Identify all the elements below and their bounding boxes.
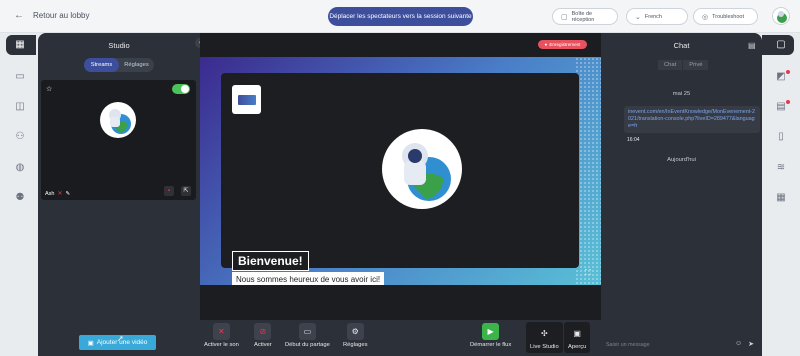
emoji-icon[interactable]: ☺ — [735, 340, 742, 348]
tools-icon: ✣ — [540, 329, 548, 338]
settings-label: Réglages — [343, 342, 368, 348]
studio-title: Studio — [108, 41, 130, 50]
start-stream-control[interactable]: ▶ Démarrer le flux — [470, 323, 511, 348]
chat-bubble-icon: ▢ — [561, 13, 568, 21]
fullscreen-icon[interactable]: ⛶ — [585, 268, 591, 278]
notification-dot — [786, 100, 790, 104]
stream-name-row: Ash ✕ ✎ — [45, 190, 71, 198]
unmute-label: Activer le son — [204, 342, 239, 348]
settings-control[interactable]: ⚙ Réglages — [343, 323, 368, 348]
preview-icon: ▣ — [573, 329, 581, 338]
back-label: Retour au lobby — [33, 11, 90, 20]
laptop-icon[interactable]: ▭ — [13, 71, 27, 83]
live-studio-control[interactable]: ✣ Live Studio — [526, 322, 563, 353]
tab-settings[interactable]: Réglages — [119, 58, 154, 72]
camera-control[interactable]: ⊘ Activer — [254, 323, 272, 348]
document-icon[interactable]: ▤ — [748, 41, 756, 50]
layers-icon[interactable]: ≋ — [774, 162, 788, 174]
mic-off-icon: ✕ — [212, 323, 230, 340]
pencil-icon[interactable]: ✎ — [66, 191, 71, 197]
camera-off-icon: ⊘ — [254, 323, 272, 340]
control-bar: ✕ Activer le son ⊘ Activer ▭ Début du pa… — [200, 320, 601, 356]
speaker-avatar — [382, 129, 462, 209]
people-icon[interactable]: ⚇ — [13, 131, 27, 143]
welcome-title: Bienvenue! — [232, 251, 309, 271]
move-viewers-button[interactable]: Déplacer les spectateurs vers la session… — [328, 7, 473, 26]
unmute-control[interactable]: ✕ Activer le son — [204, 323, 239, 348]
mouse-cursor-icon: ➚ — [117, 334, 124, 343]
troubleshoot-label: Troubleshoot — [712, 13, 745, 20]
language-select[interactable]: ⌄ French — [626, 8, 688, 25]
share-control[interactable]: ▭ Début du partage — [285, 323, 330, 348]
broadcast-canvas: Bienvenue! Nous sommes heureux de vous a… — [200, 57, 601, 285]
presenter-icon[interactable]: ◫ — [13, 101, 27, 113]
monitor-icon: ▭ — [298, 323, 316, 340]
camera-label: Activer — [254, 342, 272, 348]
stream-avatar — [100, 102, 136, 138]
record-icon: ● — [544, 42, 548, 47]
chevron-down-icon: ⌄ — [635, 13, 641, 21]
mic-off-icon: ✕ — [57, 191, 63, 197]
top-bar: ← Retour au lobby Déplacer les spectateu… — [0, 0, 800, 33]
chat-icon[interactable]: ▢ — [774, 39, 788, 51]
today-separator: Aujourd'hui — [667, 157, 696, 163]
right-rail: ▢ ◩ ▤ ▯ ≋ ▦ — [762, 33, 800, 356]
external-link-icon[interactable]: ⇱ — [181, 186, 191, 196]
language-label: French — [644, 13, 662, 20]
live-studio-label: Live Studio — [530, 344, 559, 350]
troubleshoot-button[interactable]: ◎ Troubleshoot — [693, 8, 758, 25]
play-icon: ▶ — [482, 323, 500, 340]
tab-chat[interactable]: Chat — [658, 60, 683, 70]
chat-input-actions: ☺ ➤ — [735, 340, 754, 348]
date-separator: mai 25 — [672, 91, 691, 97]
start-stream-label: Démarrer le flux — [470, 342, 512, 348]
user-settings-icon: ⚙ — [346, 323, 364, 340]
inbox-label: Boîte de réception — [571, 10, 595, 23]
support-icon: ◎ — [702, 13, 709, 21]
globe-icon[interactable]: ◍ — [13, 162, 27, 174]
group-icon[interactable]: ⚉ — [13, 192, 27, 204]
film-icon[interactable]: ▦ — [13, 39, 27, 51]
recording-label: Enregistrement — [549, 42, 581, 47]
stream-card[interactable]: ☆ Ash ✕ ✎ ▪ ⇱ — [41, 80, 196, 200]
back-to-lobby-link[interactable]: ← Retour au lobby — [14, 10, 89, 21]
inbox-button[interactable]: ▢ Boîte de réception — [552, 8, 618, 25]
document-icon[interactable]: ▯ — [774, 131, 788, 143]
grid-icon[interactable]: ▦ — [774, 192, 788, 204]
notification-dot — [786, 70, 790, 74]
tab-private[interactable]: Privé — [683, 60, 709, 70]
stream-name: Ash — [45, 190, 55, 197]
chat-title: Chat — [673, 41, 690, 50]
tab-streams[interactable]: Streams — [84, 58, 119, 72]
studio-tabs: Streams Réglages — [84, 58, 154, 72]
chat-panel: Chat ▤ Chat Privé mai 25 inevent.com/en/… — [601, 33, 762, 356]
message-time: 16:04 — [627, 137, 640, 143]
star-icon[interactable]: ☆ — [46, 85, 52, 93]
event-logo — [232, 85, 261, 114]
welcome-subtitle: Nous sommes heureux de vous avoir ici! — [232, 272, 385, 285]
left-rail: ▦ ▭ ◫ ⚇ ◍ ⚉ — [0, 33, 38, 356]
send-icon[interactable]: ➤ — [748, 340, 754, 348]
arrow-left-icon: ← — [14, 10, 24, 21]
chat-input[interactable]: Saisir un message ☺ ➤ — [606, 338, 756, 352]
app-root: ← Retour au lobby Déplacer les spectateu… — [0, 0, 800, 356]
preview-control[interactable]: ▣ Aperçu — [564, 322, 591, 353]
chat-input-placeholder: Saisir un message — [606, 342, 650, 348]
chat-tabs: Chat Privé — [658, 60, 709, 70]
preview-label: Aperçu — [568, 344, 587, 350]
video-icon: ▣ — [87, 339, 94, 347]
studio-panel: Studio Streams Réglages ☆ Ash ✕ ✎ ▪ ⇱ ▣ … — [38, 33, 200, 356]
recording-badge: ● Enregistrement — [538, 40, 587, 49]
logo-mark — [237, 94, 256, 105]
stream-toggle[interactable] — [172, 84, 190, 94]
user-avatar[interactable] — [772, 7, 790, 25]
stop-icon[interactable]: ▪ — [164, 186, 174, 196]
chat-message-link[interactable]: inevent.com/en/InEventKnowledge/MonEvene… — [624, 106, 760, 133]
broadcast-frame: Bienvenue! Nous sommes heureux de vous a… — [221, 73, 579, 285]
share-label: Début du partage — [285, 342, 330, 348]
